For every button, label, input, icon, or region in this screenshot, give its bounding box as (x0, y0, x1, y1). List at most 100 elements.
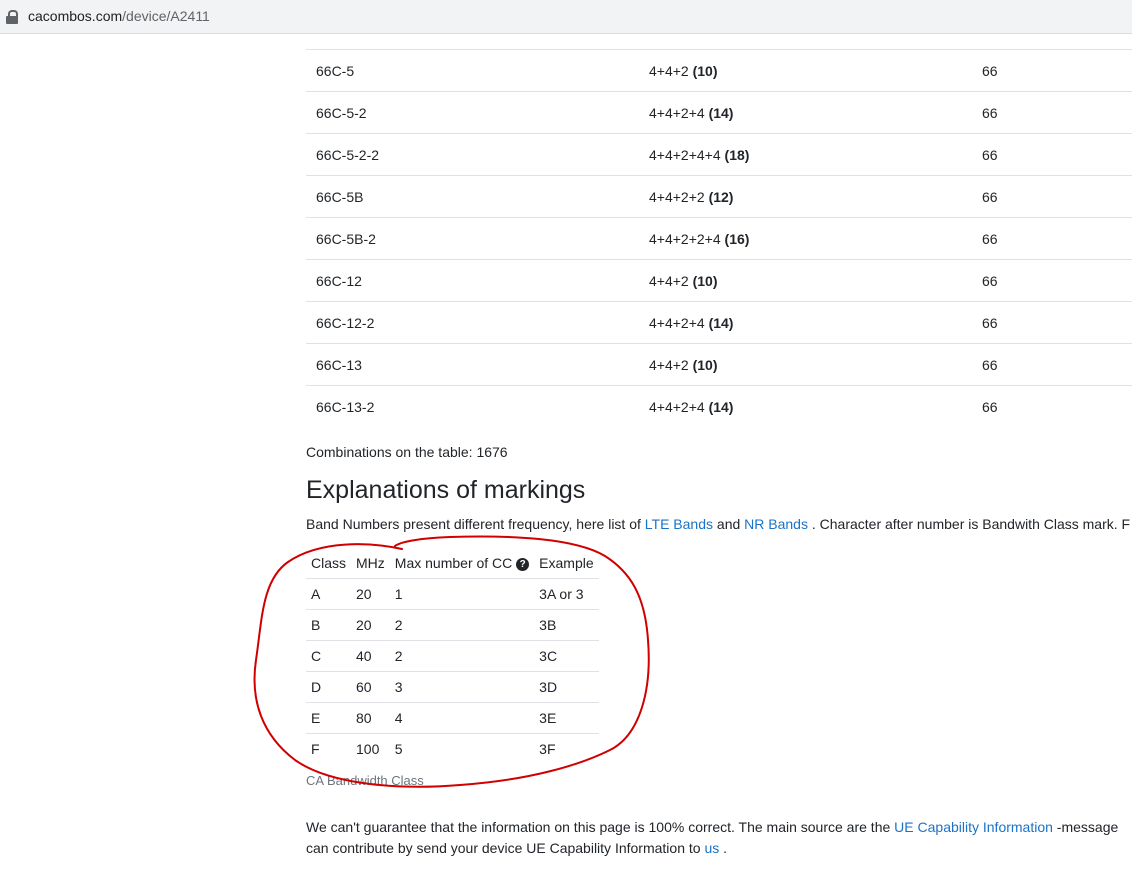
class-row: F 100 5 3F (306, 733, 599, 764)
class-letter: F (306, 733, 352, 764)
disclaimer-line-2: can contribute by send your device UE Ca… (306, 838, 1118, 859)
disclaimer-line-1: We can't guarantee that the information … (306, 817, 1118, 838)
band-combination: 66C-12-2 (306, 301, 639, 344)
base-band: 66 (972, 175, 1132, 218)
class-row: B 20 2 3B (306, 609, 599, 641)
base-band: 66 (972, 217, 1132, 260)
bandwidth-sum: 4+4+2 (649, 272, 689, 289)
bandwidth-value: 4+4+2+4 (14) (639, 301, 972, 344)
class-letter: D (306, 671, 352, 703)
class-mhz: 100 (351, 733, 390, 764)
bandwidth-sum: 4+4+2 (649, 62, 689, 79)
class-mhz: 20 (351, 609, 390, 641)
class-max-cc: 4 (389, 702, 535, 734)
class-table-caption: CA Bandwidth Class (306, 773, 424, 788)
explanations-text-before: Band Numbers present different frequency… (306, 516, 645, 532)
class-letter: B (306, 609, 352, 641)
us-link[interactable]: us (704, 840, 719, 856)
bandwidth-total: (16) (724, 230, 750, 247)
explanations-text-after: . Character after number is Bandwith Cla… (807, 516, 1131, 532)
band-combination: 66C-5-2 (306, 91, 639, 134)
band-combination: 66C-13-2 (306, 385, 639, 427)
bandwidth-total: (18) (724, 146, 750, 163)
base-band: 66 (972, 343, 1132, 386)
band-combination: 66C-5B-2 (306, 217, 639, 260)
disclaimer-line-1-before: We can't guarantee that the information … (306, 819, 895, 835)
table-row: 66C-5B 4+4+2+2 (12) 66 (306, 175, 1132, 218)
band-combination: 66C-12 (306, 259, 639, 302)
class-max-cc: 2 (389, 609, 535, 641)
bandwidth-sum: 4+4+2+2 (649, 188, 705, 205)
header-max-cc: Max number of CC ? (390, 548, 534, 579)
combinations-table: 66C-5 4+4+2 (10) 66 66C-5-2 4+4+2+4 (14) 66 66… (306, 36, 1132, 427)
bandwidth-value: 4+4+2+2 (12) (639, 175, 972, 218)
bandwidth-value: 4+4+2+4 (14) (639, 91, 972, 134)
class-table-header: Class MHz Max number of CC ? Example (306, 548, 599, 579)
disclaimer-note: We can't guarantee that the information … (306, 817, 1118, 859)
band-combination: 66C-5-2-2 (306, 133, 639, 176)
nr-bands-link[interactable]: NR Bands (744, 516, 808, 532)
bandwidth-total: (14) (708, 314, 734, 331)
class-mhz: 20 (351, 578, 390, 610)
class-letter: E (306, 702, 352, 734)
url-path: /device/A2411 (122, 8, 210, 24)
bandwidth-value: 4+4+2+4 (14) (639, 385, 972, 427)
band-combination: 66C-13 (306, 343, 639, 386)
lock-icon[interactable] (6, 10, 18, 24)
url-text[interactable]: cacombos.com/device/A2411 (28, 8, 210, 24)
class-max-cc: 5 (389, 733, 535, 764)
bandwidth-sum: 4+4+2+4 (649, 314, 705, 331)
bandwidth-class-table: Class MHz Max number of CC ? Example A 20… (306, 548, 599, 764)
class-example: 3B (534, 609, 599, 641)
table-row: 66C-13 4+4+2 (10) 66 (306, 343, 1132, 386)
header-example: Example (539, 555, 594, 571)
class-example: 3C (534, 640, 599, 672)
bandwidth-sum: 4+4+2+4 (649, 104, 705, 121)
ue-capability-link[interactable]: UE Capability Information (894, 819, 1053, 835)
class-example: 3E (534, 702, 599, 734)
class-row: A 20 1 3A or 3 (306, 578, 599, 610)
bandwidth-sum: 4+4+2+4+4 (649, 146, 721, 163)
table-row: 66C-5B-2 4+4+2+2+4 (16) 66 (306, 217, 1132, 260)
class-max-cc: 1 (389, 578, 535, 610)
base-band: 66 (972, 385, 1132, 427)
class-example: 3A or 3 (534, 578, 599, 610)
class-max-cc: 2 (389, 640, 535, 672)
band-combination: 66C-5 (306, 49, 639, 92)
explanations-heading: Explanations of markings (306, 476, 586, 504)
bandwidth-sum: 4+4+2+4 (649, 398, 705, 415)
bandwidth-total: (14) (708, 398, 734, 415)
class-max-cc: 3 (389, 671, 535, 703)
bandwidth-total: (10) (692, 272, 718, 289)
disclaimer-line-2-before: can contribute by send your device UE Ca… (306, 840, 705, 856)
header-class: Class (311, 555, 347, 571)
table-row: 66C-12 4+4+2 (10) 66 (306, 259, 1132, 302)
base-band: 66 (972, 301, 1132, 344)
class-letter: A (306, 578, 352, 610)
bandwidth-total: (14) (708, 104, 734, 121)
bandwidth-value: 4+4+2 (10) (639, 343, 972, 386)
explanations-text: Band Numbers present different frequency… (306, 516, 1130, 532)
table-row: 66C-12-2 4+4+2+4 (14) 66 (306, 301, 1132, 344)
main-content: 66C-5 4+4+2 (10) 66 66C-5-2 4+4+2+4 (14) 66 66… (306, 36, 1132, 856)
bandwidth-sum: 4+4+2+2+4 (649, 230, 721, 247)
url-host: cacombos.com (28, 8, 123, 24)
table-row: 66C-5-2-2 4+4+2+4+4 (18) 66 (306, 133, 1132, 176)
lte-bands-link[interactable]: LTE Bands (645, 516, 713, 532)
class-example: 3D (534, 671, 599, 703)
class-example: 3F (534, 733, 599, 764)
help-icon[interactable]: ? (516, 558, 530, 571)
base-band: 66 (972, 91, 1132, 134)
bandwidth-sum: 4+4+2 (649, 356, 689, 373)
class-row: C 40 2 3C (306, 640, 599, 672)
header-max-cc-label: Max number of CC (394, 555, 513, 571)
browser-address-bar[interactable]: cacombos.com/device/A2411 (0, 0, 1132, 34)
class-letter: C (306, 640, 352, 672)
disclaimer-line-2-after: . (719, 840, 728, 856)
disclaimer-line-1-after: -message (1052, 819, 1119, 835)
band-combination: 66C-5B (306, 175, 639, 218)
table-row-partial (306, 36, 1132, 50)
class-row: D 60 3 3D (306, 671, 599, 703)
explanations-and: and (713, 516, 745, 532)
class-mhz: 80 (351, 702, 390, 734)
